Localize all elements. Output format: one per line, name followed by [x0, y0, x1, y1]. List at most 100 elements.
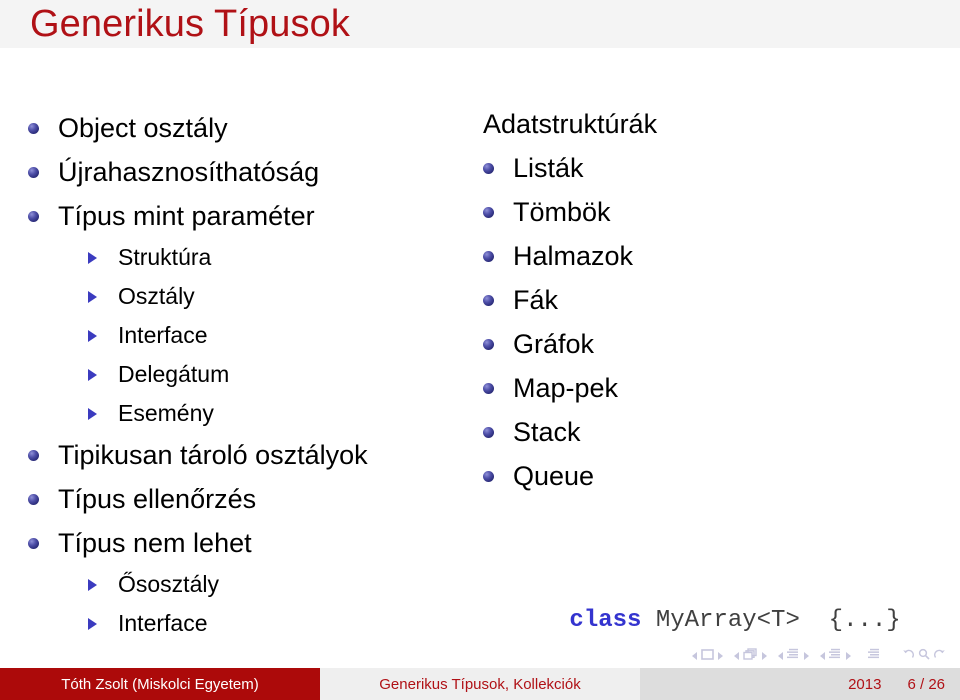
- next-subsection-arrow[interactable]: [804, 652, 809, 660]
- ball-bullet-glyph: [483, 206, 494, 218]
- ball-bullet-icon: [483, 146, 513, 190]
- ball-bullet-icon: [28, 521, 58, 565]
- search-icon[interactable]: [918, 647, 930, 665]
- code-rest: MyArray<T> {...}: [641, 607, 901, 634]
- list-item-label: Osztály: [118, 283, 195, 309]
- section-icon[interactable]: [829, 647, 842, 665]
- triangle-bullet-icon: [88, 238, 118, 277]
- ball-bullet-glyph: [28, 122, 39, 134]
- ball-bullet-icon: [483, 322, 513, 366]
- list-item-label: Interface: [118, 610, 208, 636]
- right-column: Adatstruktúrák Listák Tömbök Halmazok Fák Gr…: [470, 102, 960, 634]
- list-item: Típus nem lehet: [0, 521, 470, 565]
- list-item: Tömbök: [470, 190, 960, 234]
- back-icon[interactable]: [902, 647, 915, 665]
- list-item-label: Tömbök: [513, 197, 611, 227]
- frame-navigation-unit[interactable]: [734, 647, 767, 665]
- list-item-label: Típus ellenőrzés: [58, 484, 257, 514]
- ball-bullet-glyph: [28, 537, 39, 549]
- list-item: Map-pek: [470, 366, 960, 410]
- footer-page-number: 6 / 26: [907, 675, 945, 693]
- ball-bullet-glyph: [483, 162, 494, 174]
- forward-icon[interactable]: [933, 647, 946, 665]
- list-item: Struktúra: [0, 238, 470, 277]
- ball-bullet-glyph: [28, 166, 39, 178]
- ball-bullet-icon: [28, 477, 58, 521]
- triangle-bullet-glyph: [88, 578, 97, 591]
- code-keyword: class: [569, 607, 642, 634]
- prev-section-arrow[interactable]: [820, 652, 825, 660]
- ball-bullet-icon: [28, 106, 58, 150]
- triangle-bullet-icon: [88, 316, 118, 355]
- triangle-bullet-glyph: [88, 329, 97, 342]
- right-column-heading-label: Adatstruktúrák: [483, 109, 658, 139]
- list-item-label: Esemény: [118, 400, 214, 426]
- subsection-icon[interactable]: [787, 647, 800, 665]
- triangle-bullet-glyph: [88, 290, 97, 303]
- ball-bullet-glyph: [28, 449, 39, 461]
- ball-bullet-glyph: [483, 382, 494, 394]
- beamer-navigation-bar: [0, 645, 960, 667]
- list-item-label: Interface: [118, 322, 208, 348]
- left-column: Object osztály Újrahasznosíthatóság Típus …: [0, 106, 470, 643]
- slide-footer: Tóth Zsolt (Miskolci Egyetem) Generikus …: [0, 668, 960, 700]
- ball-bullet-icon: [483, 234, 513, 278]
- footer-author-label: Tóth Zsolt (Miskolci Egyetem): [61, 675, 259, 693]
- section-navigation-unit[interactable]: [820, 647, 851, 665]
- ball-bullet-icon: [483, 366, 513, 410]
- list-item-label: Stack: [513, 417, 581, 447]
- slide-navigation-unit[interactable]: [692, 647, 723, 665]
- prev-subsection-arrow[interactable]: [778, 652, 783, 660]
- list-item: Stack: [470, 410, 960, 454]
- list-item: Listák: [470, 146, 960, 190]
- ball-bullet-glyph: [483, 426, 494, 438]
- list-item-label: Queue: [513, 461, 595, 491]
- list-item-label: Újrahasznosíthatóság: [58, 157, 320, 187]
- ball-bullet-glyph: [483, 470, 494, 482]
- list-item: Halmazok: [470, 234, 960, 278]
- ball-bullet-icon: [28, 194, 58, 238]
- list-item: Esemény: [0, 394, 470, 433]
- footer-year-label: 2013: [848, 675, 882, 693]
- list-item-label: Halmazok: [513, 241, 634, 271]
- ball-bullet-glyph: [483, 250, 494, 262]
- list-item: Típus ellenőrzés: [0, 477, 470, 521]
- list-item-label: Ősosztály: [118, 571, 219, 597]
- list-item-label: Delegátum: [118, 361, 230, 387]
- footer-subject-label: Generikus Típusok, Kollekciók: [379, 675, 581, 693]
- subsection-navigation-unit[interactable]: [778, 647, 809, 665]
- right-bullet-list: Listák Tömbök Halmazok Fák Gráfok Map-pek Stac…: [470, 146, 960, 498]
- history-navigation-unit[interactable]: [902, 647, 946, 665]
- triangle-bullet-glyph: [88, 251, 97, 264]
- slide-icon[interactable]: [701, 647, 714, 665]
- ball-bullet-icon: [28, 433, 58, 477]
- list-item: Típus mint paraméter: [0, 194, 470, 238]
- document-icon[interactable]: [868, 647, 881, 665]
- ball-bullet-glyph: [483, 338, 494, 350]
- right-column-heading: Adatstruktúrák: [470, 102, 960, 146]
- navigation-symbols: [692, 645, 946, 667]
- slide-header-band: Generikus Típusok: [0, 0, 960, 48]
- prev-slide-arrow[interactable]: [692, 652, 697, 660]
- list-item: Újrahasznosíthatóság: [0, 150, 470, 194]
- next-slide-arrow[interactable]: [718, 652, 723, 660]
- triangle-bullet-glyph: [88, 617, 97, 630]
- ball-bullet-icon: [483, 190, 513, 234]
- prev-frame-arrow[interactable]: [734, 652, 739, 660]
- triangle-bullet-glyph: [88, 407, 97, 420]
- next-frame-arrow[interactable]: [762, 652, 767, 660]
- ball-bullet-glyph: [483, 294, 494, 306]
- list-item-label: Struktúra: [118, 244, 212, 270]
- next-section-arrow[interactable]: [846, 652, 851, 660]
- list-item: Gráfok: [470, 322, 960, 366]
- left-bullet-list: Object osztály Újrahasznosíthatóság Típus …: [0, 106, 470, 643]
- list-item: Ősosztály: [0, 565, 470, 604]
- list-item: Fák: [470, 278, 960, 322]
- triangle-bullet-icon: [88, 277, 118, 316]
- list-item: Interface: [0, 604, 470, 643]
- ball-bullet-icon: [483, 454, 513, 498]
- footer-subject-segment: Generikus Típusok, Kollekciók: [320, 668, 640, 700]
- frame-icon[interactable]: [743, 647, 758, 665]
- page-title: Generikus Típusok: [30, 3, 350, 45]
- list-item-label: Map-pek: [513, 373, 619, 403]
